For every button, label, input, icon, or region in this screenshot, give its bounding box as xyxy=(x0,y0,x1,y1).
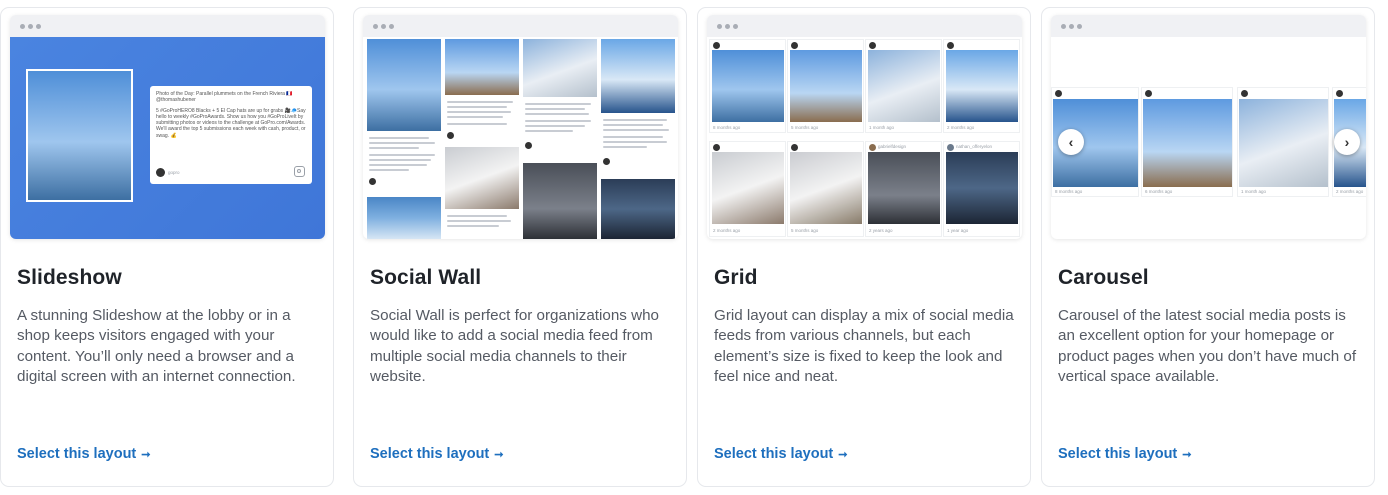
slide-headline: Photo of the Day: Parallel plummets on t… xyxy=(156,91,293,104)
select-layout-link[interactable]: Select this layout ➞ xyxy=(370,446,503,462)
post-photo xyxy=(523,163,597,239)
select-layout-link[interactable]: Select this layout ➞ xyxy=(1058,446,1191,462)
browser-chrome xyxy=(363,15,678,37)
grid-preview: 8 months ago 5 months ago 1 month ago 2 … xyxy=(707,15,1022,239)
slideshow-stage: Photo of the Day: Parallel plummets on t… xyxy=(10,37,325,239)
card-title: Social Wall xyxy=(370,266,482,289)
select-layout-label: Select this layout xyxy=(714,446,834,462)
carousel-strip: 8 months ago 6 months ago 1 month ago 2 … xyxy=(1051,37,1366,239)
grid-tile: 1 month ago xyxy=(865,39,942,133)
window-dot-icon xyxy=(36,24,41,29)
grid-tile: nathan_offeryelon 1 year ago xyxy=(943,141,1020,237)
post-photo xyxy=(367,39,441,131)
card-title: Grid xyxy=(714,266,758,289)
window-dot-icon xyxy=(733,24,738,29)
post-photo xyxy=(445,147,519,209)
window-dot-icon xyxy=(1061,24,1066,29)
arrow-right-icon: ➞ xyxy=(141,448,151,461)
card-description: Grid layout can display a mix of social … xyxy=(714,307,1014,386)
window-dot-icon xyxy=(1069,24,1074,29)
card-title: Slideshow xyxy=(17,266,122,289)
chevron-right-icon[interactable]: › xyxy=(1334,129,1360,155)
grid-tile: 8 months ago xyxy=(709,39,786,133)
window-dot-icon xyxy=(389,24,394,29)
layout-card-grid[interactable]: 8 months ago 5 months ago 1 month ago 2 … xyxy=(697,7,1031,487)
card-description: Social Wall is perfect for organizations… xyxy=(370,307,659,386)
layout-card-carousel[interactable]: 8 months ago 6 months ago 1 month ago 2 … xyxy=(1041,7,1375,487)
arrow-right-icon: ➞ xyxy=(494,448,504,461)
social-wall-mosaic xyxy=(363,37,678,239)
grid-tile: gabrielfdesign 2 years ago xyxy=(865,141,942,237)
grid-tiles: 8 months ago 5 months ago 1 month ago 2 … xyxy=(707,37,1022,239)
window-dot-icon xyxy=(381,24,386,29)
slide-photo xyxy=(26,69,133,202)
post-photo xyxy=(601,179,675,239)
card-description: Carousel of the latest social media post… xyxy=(1058,307,1357,386)
window-dot-icon xyxy=(28,24,33,29)
slide-caption-box: Photo of the Day: Parallel plummets on t… xyxy=(150,86,312,184)
slideshow-preview: Photo of the Day: Parallel plummets on t… xyxy=(10,15,325,239)
select-layout-label: Select this layout xyxy=(370,446,490,462)
carousel-item: 6 months ago xyxy=(1141,87,1233,197)
grid-tile: 5 months ago xyxy=(787,141,864,237)
card-title: Carousel xyxy=(1058,266,1149,289)
window-dot-icon xyxy=(725,24,730,29)
browser-chrome xyxy=(1051,15,1366,37)
post-photo xyxy=(601,39,675,113)
social-wall-preview xyxy=(363,15,678,239)
post-photo xyxy=(523,39,597,97)
arrow-right-icon: ➞ xyxy=(838,448,848,461)
window-dot-icon xyxy=(373,24,378,29)
card-description: A stunning Slideshow at the lobby or in … xyxy=(17,307,296,386)
grid-tile: 2 months ago xyxy=(709,141,786,237)
carousel-preview: 8 months ago 6 months ago 1 month ago 2 … xyxy=(1051,15,1366,239)
instagram-icon xyxy=(294,166,305,177)
window-dot-icon xyxy=(1077,24,1082,29)
grid-tile: 2 months ago xyxy=(943,39,1020,133)
chevron-left-icon[interactable]: ‹ xyxy=(1058,129,1084,155)
layout-card-social-wall[interactable]: Social Wall Social Wall is perfect for o… xyxy=(353,7,687,487)
slide-handle: gopro xyxy=(168,170,180,175)
select-layout-label: Select this layout xyxy=(1058,446,1178,462)
layout-card-slideshow[interactable]: Photo of the Day: Parallel plummets on t… xyxy=(0,7,334,487)
browser-chrome xyxy=(707,15,1022,37)
window-dot-icon xyxy=(717,24,722,29)
select-layout-link[interactable]: Select this layout ➞ xyxy=(714,446,847,462)
select-layout-link[interactable]: Select this layout ➞ xyxy=(17,446,150,462)
post-photo xyxy=(367,197,441,239)
post-photo xyxy=(445,39,519,95)
browser-chrome xyxy=(10,15,325,37)
select-layout-label: Select this layout xyxy=(17,446,137,462)
grid-tile: 5 months ago xyxy=(787,39,864,133)
carousel-item: 1 month ago xyxy=(1237,87,1329,197)
arrow-right-icon: ➞ xyxy=(1182,448,1192,461)
window-dot-icon xyxy=(20,24,25,29)
slide-body: 5 #GoProHERO8 Blacks + 5 El Cap hats are… xyxy=(156,107,306,139)
